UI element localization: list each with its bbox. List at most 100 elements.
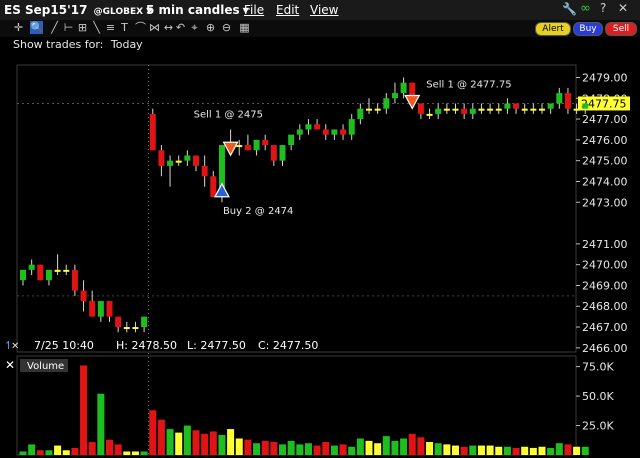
y-tick-label: 2470.00 — [582, 259, 628, 272]
candle-body — [167, 160, 174, 166]
info-close: C: 2477.50 — [258, 339, 318, 352]
candle-body — [141, 316, 148, 328]
y-tick-label: 2479.00 — [582, 71, 628, 84]
volume-bar — [322, 442, 330, 455]
candle-body — [80, 290, 87, 302]
candle-body — [296, 129, 303, 135]
volume-bar — [564, 444, 572, 455]
volume-bar — [408, 433, 416, 455]
volume-bar — [304, 443, 312, 455]
candle-body — [175, 160, 182, 163]
volume-close-icon: ✕ — [5, 358, 15, 372]
volume-bar — [140, 451, 148, 455]
y-tick-label: 2469.00 — [582, 279, 628, 292]
trade-marker-label: Buy 2 @ 2474 — [223, 206, 293, 217]
volume-bar — [192, 430, 200, 455]
volume-bar — [149, 410, 157, 455]
volume-bar — [573, 446, 581, 455]
candle-body — [539, 108, 545, 111]
candle-body — [452, 108, 459, 111]
volume-bar — [270, 442, 278, 455]
volume-bar — [54, 445, 62, 455]
candle-body — [348, 119, 355, 135]
volume-bar — [175, 432, 183, 455]
volume-bar — [426, 442, 434, 455]
trade-marker-label: Sell 1 @ 2475 — [194, 109, 263, 120]
candle-body — [210, 176, 217, 198]
candle-body — [193, 155, 199, 166]
candle-body — [573, 108, 580, 111]
candle-body — [236, 145, 243, 148]
candle-body — [305, 124, 312, 130]
candle-body — [340, 129, 347, 135]
volume-bar — [495, 446, 503, 455]
y-tick-label: 2466.00 — [582, 342, 628, 355]
volume-bar — [36, 450, 44, 455]
volume-bar — [443, 444, 451, 455]
candle-body — [28, 264, 35, 270]
candle-body — [383, 98, 390, 109]
volume-bar — [88, 442, 96, 455]
volume-bar — [235, 438, 243, 455]
trade-marker-label: Sell 1 @ 2477.75 — [426, 79, 511, 90]
volume-bar — [157, 419, 165, 455]
candle-body — [417, 103, 424, 114]
candle-body — [530, 108, 537, 111]
volume-bar — [356, 438, 364, 455]
volume-bar — [279, 444, 286, 455]
volume-bar — [131, 451, 139, 455]
candle-body — [504, 103, 511, 109]
candle-body — [54, 269, 61, 272]
volume-bar — [512, 447, 520, 455]
volume-bar — [45, 450, 53, 455]
candle-body — [71, 269, 78, 291]
price-chart[interactable]: 2479.002478.002477.002476.002475.002474.… — [0, 0, 640, 458]
candle-body — [262, 139, 269, 146]
volume-bar — [209, 431, 217, 455]
volume-y-tick-label: 75.0K — [582, 361, 614, 374]
volume-bar — [486, 445, 494, 455]
candle-body — [547, 103, 554, 109]
candle-body — [270, 145, 277, 161]
sell-marker — [404, 94, 421, 110]
volume-label: Volume — [27, 361, 64, 372]
candle-body — [435, 108, 442, 114]
candle-body — [331, 129, 338, 135]
candle-body — [63, 269, 70, 272]
y-tick-label: 2476.00 — [582, 134, 628, 147]
candle-body — [45, 269, 52, 281]
candle-body — [366, 108, 372, 111]
candle-body — [469, 108, 476, 114]
volume-bar — [460, 446, 468, 455]
volume-bar — [244, 439, 252, 455]
volume-bar — [296, 444, 304, 455]
candle-body — [184, 155, 191, 161]
volume-bar — [391, 440, 399, 455]
candle-body — [461, 108, 468, 114]
volume-bar — [183, 425, 191, 455]
candle-body — [564, 93, 571, 109]
info-date-time: 7/25 10:40 — [34, 339, 94, 352]
y-tick-label: 2473.00 — [582, 196, 628, 209]
volume-bar — [538, 446, 546, 455]
y-tick-label: 2474.00 — [582, 175, 628, 188]
candle-body — [253, 139, 260, 151]
volume-bar — [400, 438, 408, 455]
volume-bar — [477, 445, 485, 455]
y-tick-label: 2467.00 — [582, 321, 628, 334]
volume-bar — [555, 443, 563, 455]
volume-bar — [114, 444, 122, 455]
volume-bar — [503, 446, 511, 455]
candle-body — [487, 108, 494, 111]
candle-body — [115, 316, 122, 328]
volume-bar — [287, 440, 295, 455]
candle-body — [201, 165, 208, 177]
volume-bar — [28, 444, 36, 455]
volume-bar — [106, 439, 113, 455]
candle-body — [97, 301, 104, 317]
candle-body — [513, 103, 520, 109]
candle-body — [132, 327, 139, 330]
candle-body — [322, 129, 329, 135]
candle-body — [426, 113, 433, 116]
candle-body — [357, 108, 364, 120]
